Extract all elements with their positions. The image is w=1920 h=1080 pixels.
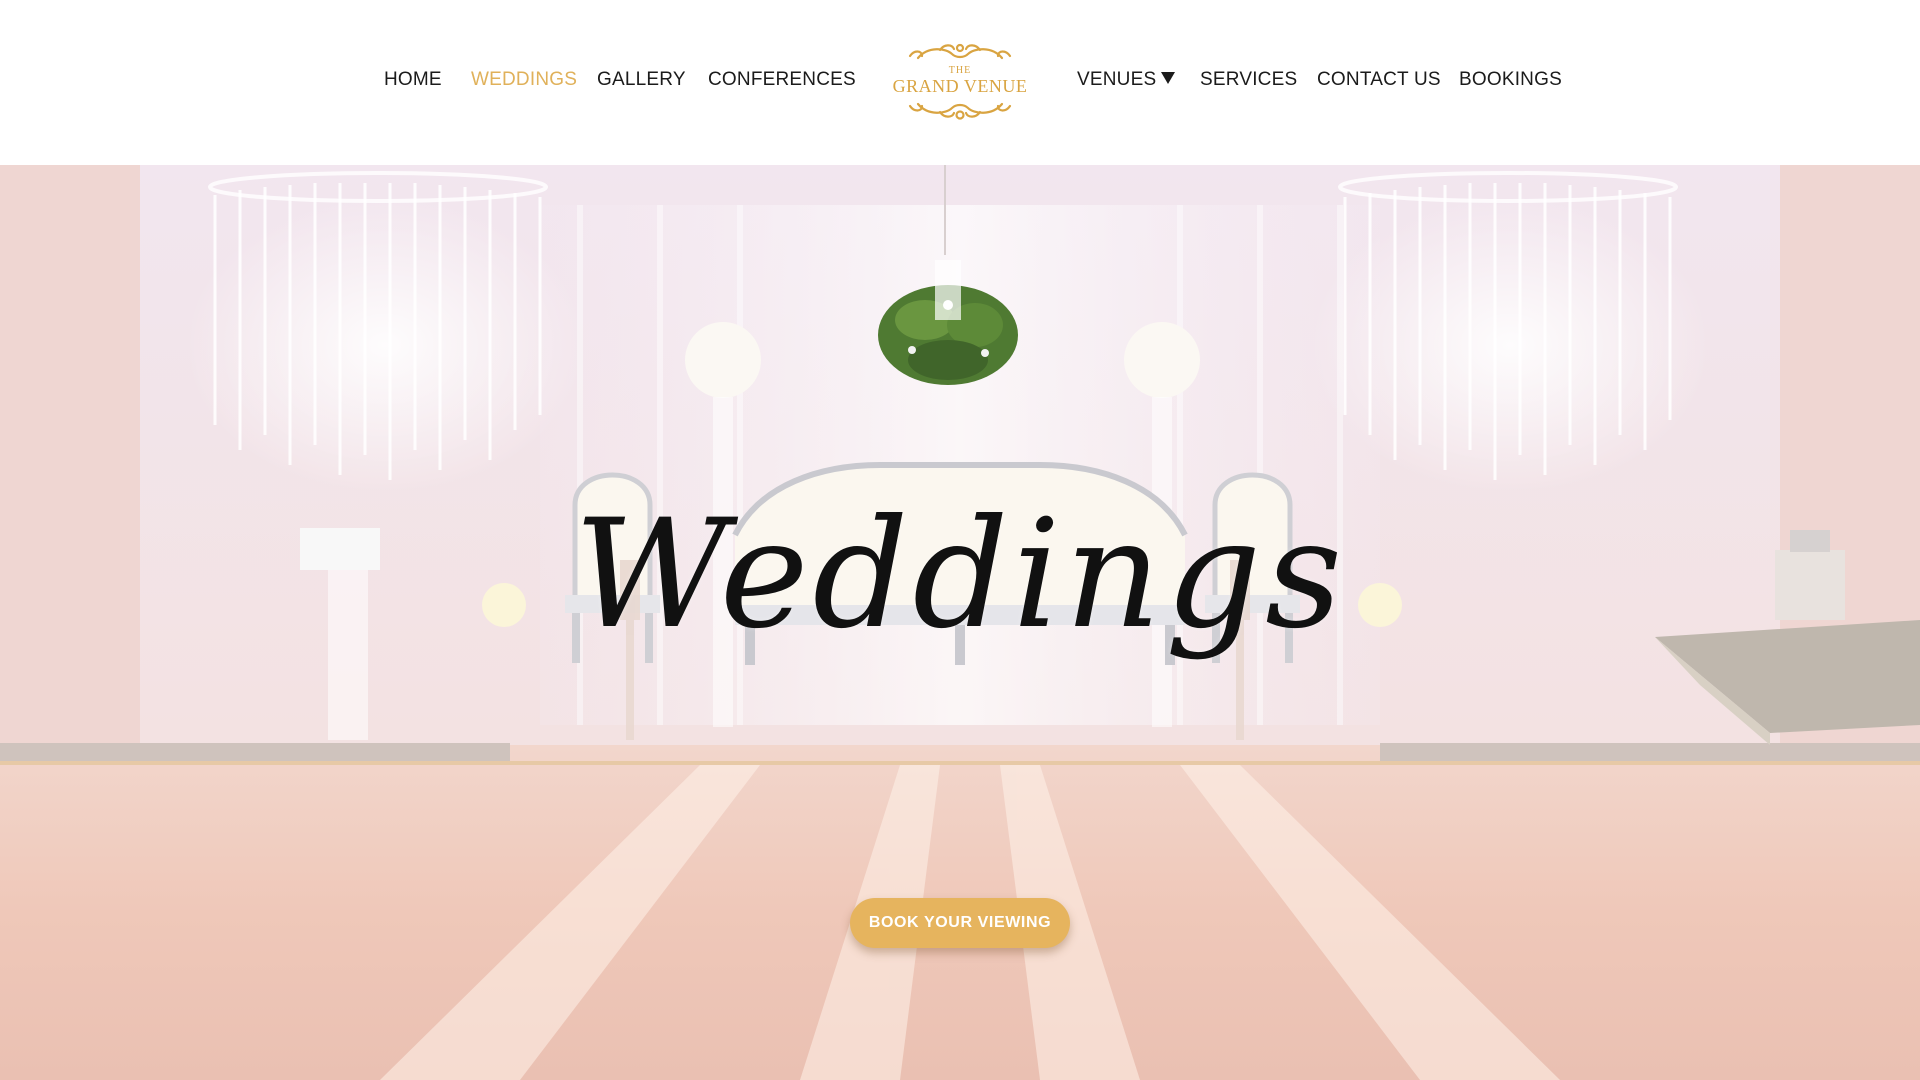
logo-line-name: GRAND VENUE (892, 76, 1028, 96)
nav-services[interactable]: SERVICES (1200, 68, 1297, 92)
book-viewing-button[interactable]: BOOK YOUR VIEWING (850, 898, 1070, 948)
site-header: HOME WEDDINGS GALLERY CONFERENCES VENUES… (0, 0, 1920, 165)
nav-home[interactable]: HOME (384, 68, 442, 92)
site-logo[interactable]: THE GRAND VENUE (888, 40, 1032, 124)
hero-banner: Weddings BOOK YOUR VIEWING (0, 165, 1920, 1080)
nav-contact-us[interactable]: CONTACT US (1317, 68, 1441, 92)
nav-venues-label: VENUES (1077, 69, 1157, 90)
nav-conferences[interactable]: CONFERENCES (708, 68, 856, 92)
logo-line-the: THE (948, 65, 972, 76)
nav-bookings[interactable]: BOOKINGS (1459, 68, 1562, 92)
caret-down-icon (1161, 72, 1176, 84)
nav-venues[interactable]: VENUES (1077, 68, 1176, 92)
hero-title: Weddings (573, 488, 1347, 662)
nav-weddings[interactable]: WEDDINGS (471, 68, 577, 92)
nav-gallery[interactable]: GALLERY (597, 68, 686, 92)
